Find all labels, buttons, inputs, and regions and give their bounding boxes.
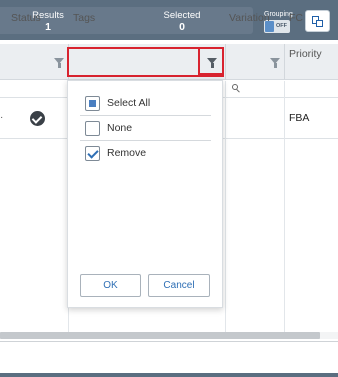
- search-icon[interactable]: [232, 84, 240, 93]
- fc-priority-cell: FBA: [289, 112, 310, 124]
- footer-bar: [0, 373, 338, 377]
- toggle-state-label: OFF: [276, 23, 287, 29]
- option-label: Remove: [107, 147, 147, 159]
- none-checkbox[interactable]: [85, 121, 100, 136]
- select-all-checkbox[interactable]: [85, 96, 100, 111]
- variation-filter-icon[interactable]: [270, 58, 280, 68]
- selected-stat: Selected 0: [150, 10, 214, 33]
- divider: [0, 341, 338, 342]
- tags-filter-highlight: [198, 47, 224, 75]
- divider: [80, 115, 211, 116]
- option-label: Select All: [107, 97, 151, 109]
- column-header-status[interactable]: Status: [11, 0, 41, 36]
- divider: [80, 140, 211, 141]
- column-header-variation[interactable]: Variation: [229, 0, 270, 36]
- column-header-fc-priority[interactable]: FC Priority: [289, 0, 338, 60]
- check-circle-icon: [30, 111, 45, 126]
- selected-label: Selected: [163, 10, 201, 21]
- truncated-cell: ·: [0, 112, 4, 123]
- tags-filter-dropdown: Select All None Remove OK Cancel: [67, 80, 223, 308]
- remove-checkbox[interactable]: [85, 146, 100, 161]
- status-filter-icon[interactable]: [54, 58, 64, 68]
- option-label: None: [107, 122, 133, 134]
- ok-button[interactable]: OK: [80, 274, 141, 297]
- cancel-button[interactable]: Cancel: [148, 274, 210, 297]
- scrollbar-thumb[interactable]: [0, 332, 320, 339]
- column-header-tags[interactable]: Tags: [73, 0, 95, 36]
- selected-count: 0: [179, 21, 185, 33]
